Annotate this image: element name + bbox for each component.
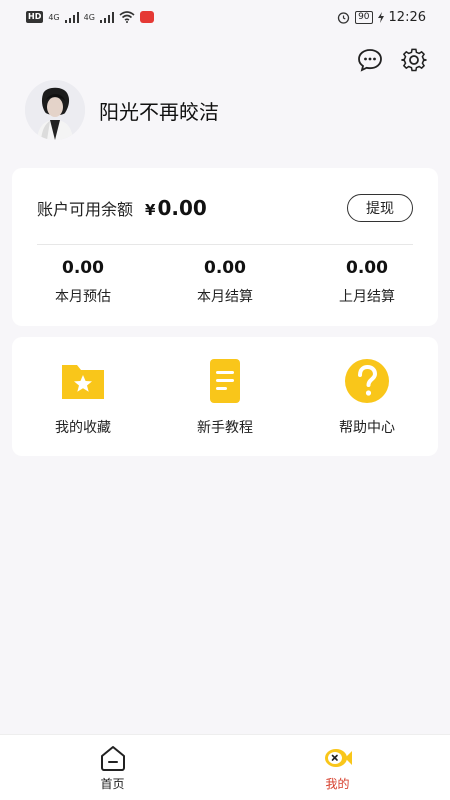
status-left: HD 4G 4G	[26, 11, 154, 23]
menu-label: 帮助中心	[339, 420, 395, 436]
status-bar: HD 4G 4G 90 12:26	[0, 0, 450, 34]
hd-badge: HD	[26, 11, 44, 23]
stat-value: 0.00	[204, 258, 246, 278]
avatar[interactable]	[25, 80, 85, 140]
fish-icon	[324, 749, 352, 767]
gear-icon[interactable]	[400, 46, 428, 74]
stat-label: 本月结算	[197, 289, 253, 305]
document-icon	[210, 359, 240, 403]
currency-symbol: ¥	[145, 201, 156, 219]
tab-mine[interactable]: 我的	[225, 735, 450, 800]
username: 阳光不再皎洁	[99, 99, 219, 124]
balance-card: 账户可用余额 ¥0.00 提现 0.00 本月预估 0.00 本月结算 0.00…	[12, 168, 438, 326]
app-notification-icon	[139, 11, 154, 23]
stat-label: 上月结算	[339, 289, 395, 305]
menu-label: 我的收藏	[55, 420, 111, 436]
bottom-tab-bar: 首页 我的	[0, 734, 450, 800]
menu-card: 我的收藏 新手教程 帮助中心	[12, 337, 438, 456]
signal-icon	[64, 11, 79, 23]
question-icon	[345, 359, 389, 403]
tab-label: 首页	[100, 777, 125, 791]
tab-label: 我的	[325, 777, 350, 791]
alarm-icon	[337, 11, 350, 24]
profile-header[interactable]: 阳光不再皎洁	[25, 80, 219, 140]
status-right: 90 12:26	[337, 10, 426, 25]
status-time: 12:26	[388, 9, 426, 25]
balance-value: 0.00	[157, 196, 207, 220]
menu-item-favorites[interactable]: 我的收藏	[12, 337, 154, 456]
top-actions	[356, 46, 428, 74]
stat-this-month-settled: 0.00 本月结算	[154, 258, 296, 306]
stat-value: 0.00	[62, 258, 104, 278]
signal-label-2: 4G	[83, 12, 95, 22]
withdraw-button[interactable]: 提现	[347, 194, 413, 222]
stat-value: 0.00	[346, 258, 388, 278]
star-folder-icon	[62, 365, 104, 399]
signal-icon-2	[99, 11, 114, 23]
menu-label: 新手教程	[197, 420, 253, 436]
balance-amount: ¥0.00	[145, 196, 207, 220]
message-icon[interactable]	[356, 46, 384, 74]
stat-label: 本月预估	[55, 289, 111, 305]
home-icon	[100, 746, 125, 771]
menu-item-tutorial[interactable]: 新手教程	[154, 337, 296, 456]
balance-row: 账户可用余额 ¥0.00 提现	[37, 192, 413, 224]
battery-indicator: 90	[355, 10, 373, 24]
stat-this-month-estimate: 0.00 本月预估	[12, 258, 154, 306]
wifi-icon	[119, 11, 135, 23]
stat-last-month-settled: 0.00 上月结算	[296, 258, 438, 306]
menu-item-help[interactable]: 帮助中心	[296, 337, 438, 456]
balance-label: 账户可用余额	[37, 200, 134, 219]
divider	[37, 244, 413, 245]
charging-icon	[377, 11, 384, 23]
signal-label: 4G	[48, 12, 60, 22]
tab-home[interactable]: 首页	[0, 735, 225, 800]
earnings-stats: 0.00 本月预估 0.00 本月结算 0.00 上月结算	[12, 258, 438, 306]
